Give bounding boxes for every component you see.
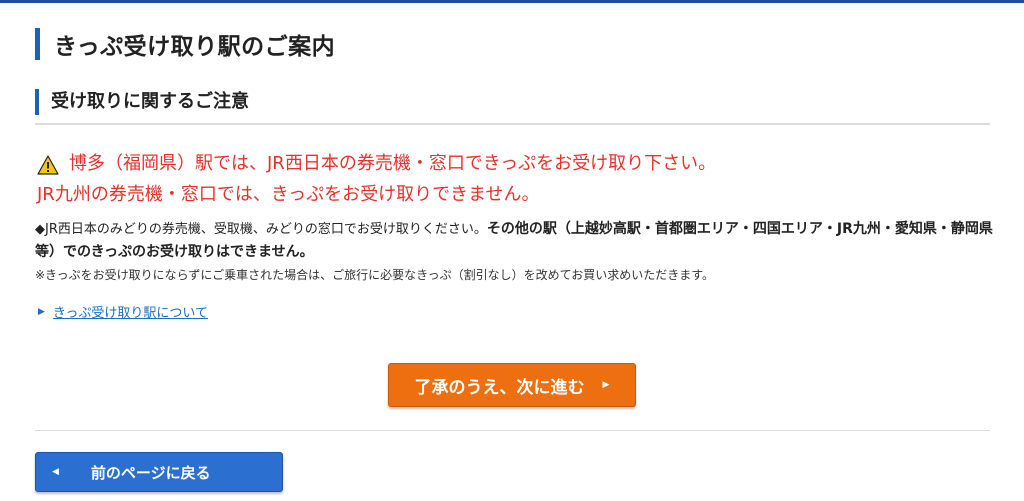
- next-button[interactable]: 了承のうえ、次に進む ▶: [388, 363, 636, 407]
- section-title: 受け取りに関するご注意: [51, 91, 249, 112]
- next-button-label: 了承のうえ、次に進む: [414, 377, 585, 398]
- section-accent-bar: [35, 89, 39, 115]
- triangle-right-icon: ▶: [602, 380, 610, 390]
- notice-text: ◆JR西日本のみどりの券売機、受取機、みどりの窓口でお受け取りください。その他の…: [35, 218, 1007, 264]
- back-button-label: 前のページに戻る: [90, 463, 211, 482]
- page-heading: きっぷ受け取り駅のご案内: [35, 27, 335, 61]
- station-info-link[interactable]: ▶ きっぷ受け取り駅について: [38, 302, 208, 321]
- triangle-right-icon: ▶: [38, 306, 45, 317]
- notice-normal: ◆JR西日本のみどりの券売機、受取機、みどりの窓口でお受け取りください。: [35, 222, 487, 237]
- divider: [35, 430, 990, 431]
- page-content: きっぷ受け取り駅のご案内 受け取りに関するご注意 博多（福岡県）駅では、JR西日…: [35, 0, 1007, 501]
- warning-line-1: 博多（福岡県）駅では、JR西日本の券売機・窓口できっぷをお受け取り下さい。: [69, 153, 717, 174]
- small-note: ※きっぷをお受け取りにならずにご乗車された場合は、ご旅行に必要なきっぷ（割引なし…: [35, 268, 715, 282]
- warning-message: 博多（福岡県）駅では、JR西日本の券売機・窓口できっぷをお受け取り下さい。 JR…: [37, 148, 716, 210]
- triangle-left-icon: ◀: [52, 467, 59, 477]
- page-title: きっぷ受け取り駅のご案内: [54, 34, 336, 60]
- back-button[interactable]: ◀ 前のページに戻る: [35, 452, 283, 492]
- warning-line-2: JR九州の券売機・窓口では、きっぷをお受け取りできません。: [37, 184, 540, 205]
- warning-triangle-icon: [37, 154, 59, 175]
- heading-accent-bar: [35, 28, 40, 60]
- station-info-link-label[interactable]: きっぷ受け取り駅について: [53, 302, 208, 321]
- section-heading: 受け取りに関するご注意: [35, 89, 990, 125]
